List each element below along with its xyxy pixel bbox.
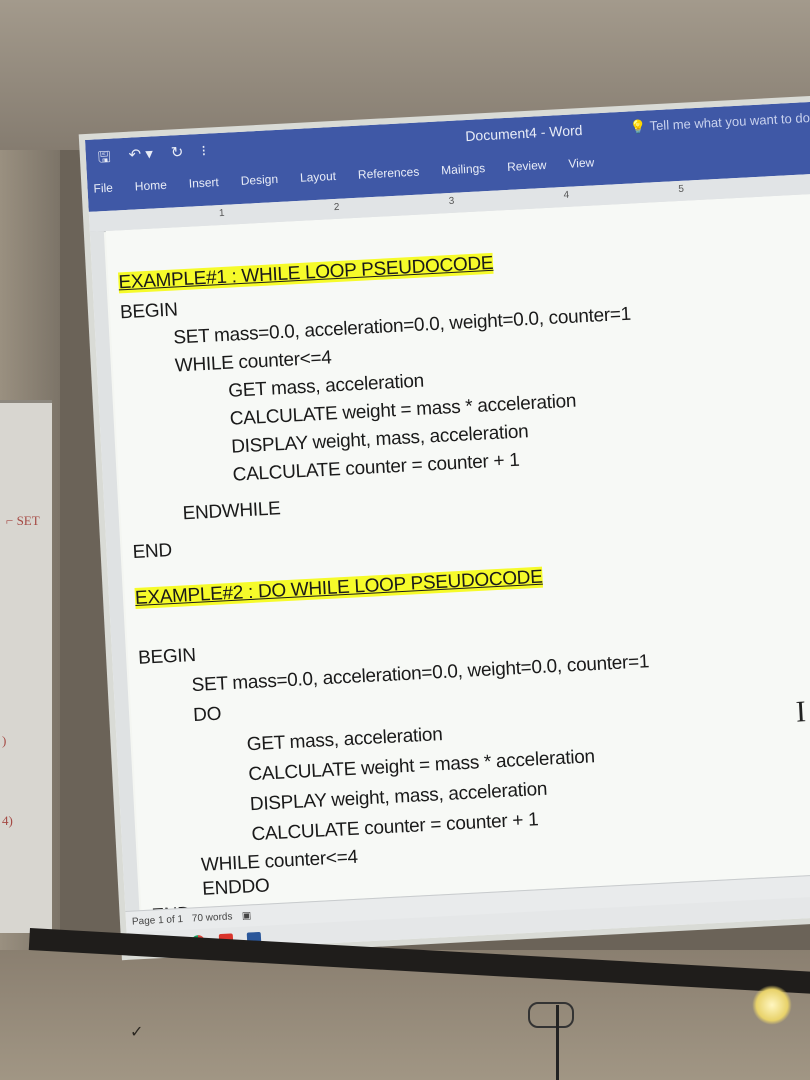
ruler-mark: 1: [218, 207, 225, 220]
example1-heading: EXAMPLE#1 : WHILE LOOP PSEUDOCODE: [117, 252, 494, 295]
pseudocode-line: BEGIN: [137, 644, 197, 669]
cable: [556, 1005, 559, 1080]
example2-heading-text: EXAMPLE#2 : DO WHILE LOOP PSEUDOCODE: [134, 566, 544, 609]
floor-mark: ✓: [130, 1024, 144, 1041]
whiteboard: ⌐ SET ) 4): [0, 400, 52, 933]
whiteboard-scribble: ⌐ SET: [6, 513, 40, 528]
pseudocode-line: GET mass, acceleration: [246, 724, 443, 756]
pseudocode-line: DO: [192, 703, 222, 727]
example2-heading: EXAMPLE#2 : DO WHILE LOOP PSEUDOCODE: [134, 566, 544, 610]
projected-screen: 🖫 ↶ ▾ ↻ ⁝ Document4 - Word 💡 Tell me wha…: [85, 99, 810, 954]
pseudocode-line: GET mass, acceleration: [227, 370, 425, 402]
tab-home[interactable]: Home: [134, 178, 167, 194]
document-title: Document4 - Word: [464, 121, 583, 145]
cable: [528, 1002, 574, 1028]
lightbulb-icon: 💡: [629, 118, 647, 135]
tab-mailings[interactable]: Mailings: [441, 161, 486, 177]
page-count[interactable]: Page 1 of 1: [132, 914, 184, 928]
tab-references[interactable]: References: [358, 165, 420, 182]
tab-layout[interactable]: Layout: [300, 169, 337, 185]
word-count[interactable]: 70 words: [192, 911, 233, 924]
tell-me-search[interactable]: 💡 Tell me what you want to do: [630, 110, 810, 135]
pseudocode-line: WHILE counter<=4: [174, 347, 333, 377]
ruler-mark: 4: [563, 189, 570, 202]
whiteboard-scribble: 4): [2, 813, 13, 828]
undo-icon[interactable]: ↶ ▾: [128, 144, 154, 170]
tab-view[interactable]: View: [568, 155, 594, 170]
pseudocode-line: WHILE counter<=4: [200, 846, 359, 876]
whiteboard-scribble: ): [2, 733, 7, 748]
tab-insert[interactable]: Insert: [188, 175, 219, 191]
proofing-icon[interactable]: ▣: [242, 910, 252, 921]
pseudocode-line: SET mass=0.0, acceleration=0.0, weight=0…: [172, 303, 632, 349]
tab-design[interactable]: Design: [240, 172, 278, 188]
light-glow: [752, 985, 792, 1025]
redo-icon[interactable]: ↻: [170, 143, 184, 169]
save-icon[interactable]: 🖫: [97, 147, 112, 173]
pseudocode-line: CALCULATE counter = counter + 1: [251, 809, 539, 846]
quick-access-toolbar: 🖫 ↶ ▾ ↻ ⁝: [97, 142, 207, 173]
pseudocode-line: BEGIN: [119, 299, 179, 324]
tab-review[interactable]: Review: [507, 158, 547, 174]
pseudocode-line: ENDDO: [201, 875, 270, 900]
pseudocode-line: END: [132, 540, 173, 564]
tell-me-text: Tell me what you want to do: [649, 110, 810, 134]
example1-heading-text: EXAMPLE#1 : WHILE LOOP PSEUDOCODE: [117, 252, 494, 294]
pseudocode-line: SET mass=0.0, acceleration=0.0, weight=0…: [191, 651, 650, 697]
text-cursor-icon: I: [795, 695, 807, 729]
pseudocode-line: ENDWHILE: [182, 498, 282, 525]
ruler-mark: 2: [333, 201, 340, 214]
ruler-mark: 5: [678, 183, 685, 196]
document-page[interactable]: EXAMPLE#1 : WHILE LOOP PSEUDOCODE BEGIN …: [105, 191, 810, 927]
customize-icon[interactable]: ⁝: [201, 142, 207, 167]
ruler-mark: 3: [448, 195, 455, 208]
tab-file[interactable]: File: [93, 181, 113, 196]
